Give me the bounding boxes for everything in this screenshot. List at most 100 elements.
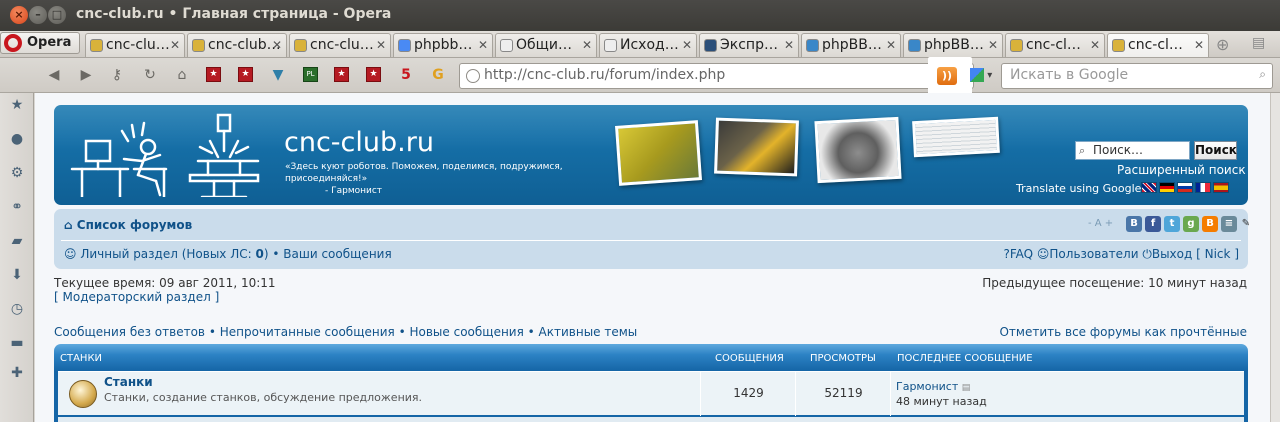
google-buzz-icon[interactable]: g — [1183, 216, 1199, 232]
bookmark-cnc-icon[interactable]: ★ — [366, 67, 381, 82]
tab[interactable]: Экспр… ✕ — [699, 33, 799, 57]
tab[interactable]: Общи… ✕ — [495, 33, 597, 57]
tab-label: Экспр… — [720, 37, 778, 53]
forum-title-link[interactable]: Станки — [104, 375, 153, 389]
home-icon[interactable]: ⌂ — [173, 66, 191, 84]
contacts-icon[interactable]: ● — [9, 131, 25, 147]
page-scrollbar[interactable] — [1270, 93, 1280, 422]
chat-icon[interactable]: ▬ — [9, 335, 25, 351]
new-tab-icon[interactable]: ⊕ — [1216, 35, 1229, 54]
flag-en-icon[interactable] — [1141, 182, 1157, 193]
notes-icon[interactable]: ▰ — [9, 233, 25, 249]
tab-close-icon[interactable]: ✕ — [582, 34, 592, 56]
address-bar[interactable]: http://cnc-club.ru/forum/index.php — [459, 63, 974, 89]
tab-close-icon[interactable]: ✕ — [784, 34, 794, 56]
tab-close-icon[interactable]: ✕ — [478, 34, 488, 56]
last-post-divider — [890, 372, 891, 416]
tab[interactable]: phpBB… ✕ — [801, 33, 901, 57]
settings-icon[interactable]: ⚙ — [9, 165, 25, 181]
window-close-button[interactable]: × — [10, 6, 28, 24]
tab-close-icon[interactable]: ✕ — [376, 34, 386, 56]
tab[interactable]: phpbb… ✕ — [393, 33, 493, 57]
tab[interactable]: phpBB… ✕ — [903, 33, 1003, 57]
last-post-user-link[interactable]: Гармонист ▤ — [896, 380, 970, 393]
moderator-panel-link[interactable]: [ Модераторский раздел ] — [54, 290, 219, 304]
share-icon[interactable]: ≡ — [1221, 216, 1237, 232]
site-description: «Здесь куют роботов. Поможем, поделимся,… — [285, 161, 575, 197]
window-minimize-button[interactable]: – — [29, 6, 47, 24]
personal-section-link[interactable]: Личный раздел (Новых ЛС: 0) — [80, 247, 268, 261]
category-title[interactable]: Станки — [60, 353, 102, 364]
active-topics-link[interactable]: Активные темы — [539, 325, 638, 339]
rss-feed-icon[interactable]: )) — [937, 67, 957, 85]
reload-icon[interactable]: ↻ — [141, 66, 159, 84]
pen-icon[interactable]: ✎ — [1238, 216, 1254, 232]
google-search-input[interactable]: Искать в Google ⌕ — [1001, 63, 1273, 89]
bookmark-cnc-icon[interactable]: ★ — [334, 67, 349, 82]
forum-index-label: Список форумов — [76, 218, 193, 232]
bookmarks-star-icon[interactable]: ★ — [9, 97, 25, 113]
flag-fr-icon[interactable] — [1195, 182, 1211, 193]
forum-index-link[interactable]: ⌂ Список форумов — [64, 218, 192, 232]
bookmark-g-icon[interactable]: G — [429, 66, 447, 84]
trash-icon[interactable]: ▤ — [1252, 35, 1265, 51]
search-engine-selector[interactable]: ▾ — [970, 64, 1000, 88]
font-size-control[interactable]: - A + — [1088, 218, 1113, 229]
last-post-time: 48 минут назад — [896, 395, 987, 408]
tab[interactable]: cnc-club… ✕ — [187, 33, 287, 57]
view-latest-post-icon[interactable]: ▤ — [962, 383, 971, 393]
unread-link[interactable]: Непрочитанные сообщения — [220, 325, 395, 339]
mark-read-link[interactable]: Отметить все форумы как прочтённые — [999, 325, 1247, 339]
add-panel-icon[interactable]: ✚ — [9, 365, 25, 381]
window-maximize-button[interactable]: □ — [48, 6, 66, 24]
tab[interactable]: Исход… ✕ — [599, 33, 697, 57]
search-placeholder: Искать в Google — [1010, 67, 1129, 83]
header-search-button[interactable]: Поиск — [1194, 141, 1237, 160]
flag-ru-icon[interactable] — [1177, 182, 1193, 193]
downloads-icon[interactable]: ⬇ — [9, 267, 25, 283]
links-icon[interactable]: ⚭ — [9, 199, 25, 215]
bookmark-v-icon[interactable]: ▼ — [269, 66, 287, 84]
address-url[interactable]: http://cnc-club.ru/forum/index.php — [484, 67, 725, 83]
unanswered-link[interactable]: Сообщения без ответов — [54, 325, 205, 339]
bookmark-cnc-icon[interactable]: ★ — [206, 67, 221, 82]
opera-menu-button[interactable]: Opera — [0, 32, 80, 54]
vkontakte-icon[interactable]: B — [1126, 216, 1142, 232]
document-favicon-icon — [500, 39, 513, 52]
tab[interactable]: cnc-cl… ✕ — [1107, 33, 1209, 57]
tab-close-icon[interactable]: ✕ — [988, 34, 998, 56]
back-icon[interactable]: ◀ — [45, 66, 63, 84]
facebook-icon[interactable]: f — [1145, 216, 1161, 232]
tab-label: cnc-cl… — [1026, 37, 1081, 53]
tab-close-icon[interactable]: ✕ — [170, 34, 180, 56]
tab-label: phpBB… — [822, 37, 882, 53]
header-search-input[interactable]: ⌕ Поиск… — [1075, 141, 1190, 160]
tab[interactable]: cnc-clu… ✕ — [85, 33, 185, 57]
side-panel: ★ ● ⚙ ⚭ ▰ ⬇ ◷ ▬ ✚ — [0, 93, 34, 422]
tab-close-icon[interactable]: ✕ — [886, 34, 896, 56]
bookmark-pl-icon[interactable]: PL — [303, 67, 318, 82]
search-icon[interactable]: ⌕ — [1259, 67, 1266, 82]
twitter-icon[interactable]: t — [1164, 216, 1180, 232]
tab-close-icon[interactable]: ✕ — [1194, 34, 1204, 56]
users-link[interactable]: Пользователи — [1049, 247, 1138, 261]
your-posts-link[interactable]: Ваши сообщения — [283, 247, 391, 261]
bookmark-5-icon[interactable]: 5 — [397, 66, 415, 84]
flag-de-icon[interactable] — [1159, 182, 1175, 193]
tab[interactable]: cnc-clu… ✕ — [289, 33, 391, 57]
advanced-search-link[interactable]: Расширенный поиск — [1117, 163, 1246, 177]
flag-es-icon[interactable] — [1213, 182, 1229, 193]
tab-close-icon[interactable]: ✕ — [272, 34, 282, 56]
new-posts-link[interactable]: Новые сообщения — [409, 325, 523, 339]
tab-close-icon[interactable]: ✕ — [682, 34, 692, 56]
faq-link[interactable]: FAQ — [1010, 247, 1033, 261]
history-icon[interactable]: ◷ — [9, 301, 25, 317]
tab-close-icon[interactable]: ✕ — [1090, 34, 1100, 56]
site-title[interactable]: cnc-club.ru — [284, 127, 434, 158]
logout-link[interactable]: Выход [ Nick ] — [1152, 247, 1239, 261]
forward-icon[interactable]: ▶ — [77, 66, 95, 84]
blogger-icon[interactable]: B — [1202, 216, 1218, 232]
bookmark-cnc-icon[interactable]: ★ — [238, 67, 253, 82]
tab[interactable]: cnc-cl… ✕ — [1005, 33, 1105, 57]
wand-key-icon[interactable]: ⚷ — [108, 66, 126, 84]
